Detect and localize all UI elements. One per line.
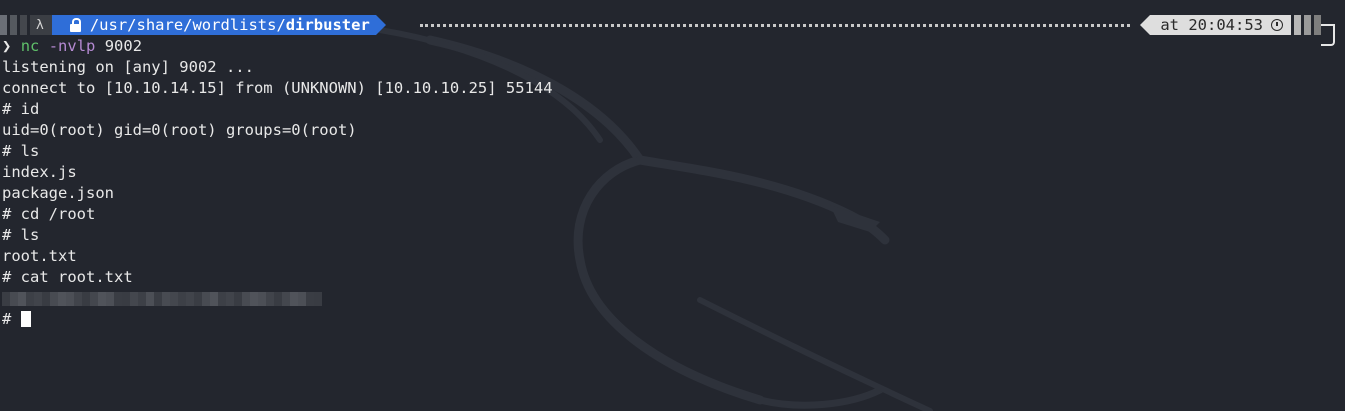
output-line: # cd /root xyxy=(2,205,96,223)
output-line: uid=0(root) gid=0(root) groups=0(root) xyxy=(2,121,357,139)
output-line: # cat root.txt xyxy=(2,268,133,286)
powerline-block xyxy=(10,15,17,35)
redaction-pixel xyxy=(122,291,130,306)
redaction-pixel xyxy=(90,291,98,306)
prompt-filler-dots xyxy=(420,24,1130,27)
redaction-pixel xyxy=(26,291,34,306)
kali-linux-icon: λ xyxy=(36,17,44,33)
redaction-pixel xyxy=(218,291,226,306)
redaction-pixel xyxy=(250,291,258,306)
redaction-pixel xyxy=(298,291,306,306)
redaction-pixel xyxy=(186,291,194,306)
redaction-pixel xyxy=(66,291,74,306)
command-flags: -nvlp xyxy=(48,37,96,55)
redaction-pixel xyxy=(114,291,122,306)
root-prompt: # xyxy=(2,310,12,328)
redacted-flag-output xyxy=(2,288,553,309)
redaction-pixel xyxy=(234,291,242,306)
powerline-block xyxy=(1294,15,1301,35)
redaction-pixel xyxy=(282,291,290,306)
output-line: # ls xyxy=(2,226,40,244)
pixelated-redaction xyxy=(2,291,322,306)
input-line[interactable]: # xyxy=(2,309,553,330)
time-label: at 20:04:53 xyxy=(1160,16,1263,34)
powerline-block xyxy=(0,15,7,35)
redaction-pixel xyxy=(266,291,274,306)
redaction-pixel xyxy=(138,291,146,306)
powerline-block xyxy=(1314,15,1321,35)
redaction-pixel xyxy=(42,291,50,306)
output-line: index.js xyxy=(2,163,77,181)
redaction-pixel xyxy=(74,291,82,306)
output-line: # id xyxy=(2,100,40,118)
redaction-pixel xyxy=(58,291,66,306)
redaction-pixel xyxy=(290,291,298,306)
path-current-dir: dirbuster xyxy=(285,16,370,34)
text-cursor xyxy=(20,311,31,327)
terminal-window[interactable]: λ /usr/share/wordlists/dirbuster at 20:0… xyxy=(0,0,1345,411)
output-line: package.json xyxy=(2,184,114,202)
powerline-block xyxy=(20,15,27,35)
output-line: root.txt xyxy=(2,247,77,265)
redaction-pixel xyxy=(82,291,90,306)
output-line: listening on [any] 9002 ... xyxy=(2,58,254,76)
redaction-pixel xyxy=(154,291,162,306)
prompt-frame-corner xyxy=(1321,24,1335,46)
output-line: connect to [10.10.14.15] from (UNKNOWN) … xyxy=(2,79,553,97)
redaction-pixel xyxy=(170,291,178,306)
redaction-pixel xyxy=(146,291,154,306)
command-arg: 9002 xyxy=(104,37,143,55)
redaction-pixel xyxy=(162,291,170,306)
os-segment: λ xyxy=(30,15,62,35)
prompt-char: ❯ xyxy=(2,37,12,55)
redaction-pixel xyxy=(50,291,58,306)
command-line: ❯ nc -nvlp 9002 xyxy=(2,36,553,57)
time-segment: at 20:04:53 xyxy=(1140,15,1291,35)
redaction-pixel xyxy=(274,291,282,306)
redaction-pixel xyxy=(194,291,202,306)
redaction-pixel xyxy=(314,291,322,306)
redaction-pixel xyxy=(202,291,210,306)
powerline-block xyxy=(1304,15,1311,35)
redaction-pixel xyxy=(306,291,314,306)
redaction-pixel xyxy=(2,291,10,306)
redaction-pixel xyxy=(106,291,114,306)
clock-icon xyxy=(1271,19,1283,31)
path-segment: /usr/share/wordlists/dirbuster xyxy=(51,15,386,35)
redaction-pixel xyxy=(210,291,218,306)
redaction-pixel xyxy=(98,291,106,306)
terminal-output: ❯ nc -nvlp 9002 listening on [any] 9002 … xyxy=(2,36,553,330)
redaction-pixel xyxy=(18,291,26,306)
lock-icon xyxy=(69,18,81,32)
redaction-pixel xyxy=(178,291,186,306)
redaction-pixel xyxy=(130,291,138,306)
redaction-pixel xyxy=(34,291,42,306)
redaction-pixel xyxy=(10,291,18,306)
command-name: nc xyxy=(20,37,40,55)
path-prefix: /usr/share/wordlists/ xyxy=(89,16,286,34)
redaction-pixel xyxy=(258,291,266,306)
prompt-bar: λ /usr/share/wordlists/dirbuster at 20:0… xyxy=(0,15,1345,35)
redaction-pixel xyxy=(242,291,250,306)
redaction-pixel xyxy=(226,291,234,306)
output-line: # ls xyxy=(2,142,40,160)
